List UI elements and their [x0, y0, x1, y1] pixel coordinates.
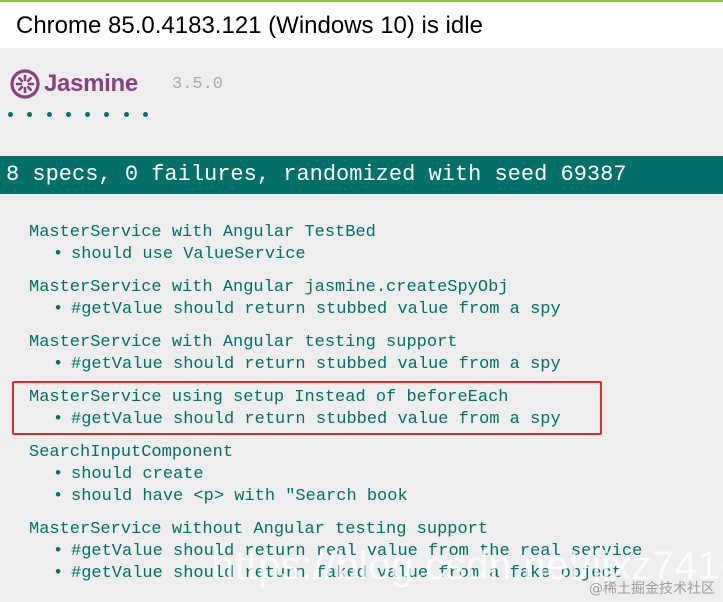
spec-dot: [46, 112, 52, 117]
suite: MasterService with Angular testing suppo…: [29, 332, 561, 376]
suite: MasterService with Angular TestBed • shoul…: [29, 222, 376, 266]
spec-link[interactable]: should have <p> with "Search book: [71, 487, 408, 506]
spec-link[interactable]: should create: [71, 465, 204, 484]
spec-dot: [27, 112, 33, 117]
spec-item: • should use ValueService: [29, 244, 376, 266]
summary-bar: 8 specs, 0 failures, randomized with see…: [0, 156, 723, 194]
spec-dot: [143, 112, 149, 117]
suite-title-link[interactable]: MasterService with Angular testing suppo…: [29, 332, 561, 354]
spec-dots: [8, 112, 162, 117]
jasmine-flower-icon: [10, 69, 40, 99]
bullet-icon: •: [53, 487, 64, 506]
jasmine-version: 3.5.0: [172, 75, 224, 94]
suite: MasterService with Angular jasmine.creat…: [29, 277, 561, 321]
browser-status-bar: Chrome 85.0.4183.121 (Windows 10) is idl…: [0, 0, 723, 48]
spec-item: • should have <p> with "Search book: [29, 486, 408, 508]
spec-item: • #getValue should return stubbed value f…: [29, 299, 561, 321]
bullet-icon: •: [53, 542, 64, 561]
spec-item: • #getValue should return stubbed value f…: [29, 354, 561, 376]
browser-status-text: Chrome 85.0.4183.121 (Windows 10) is idl…: [16, 12, 483, 39]
spec-dot: [123, 112, 129, 117]
bullet-icon: •: [53, 245, 64, 264]
suite: SearchInputComponent • should create • shoul…: [29, 442, 408, 508]
suite-title-link[interactable]: MasterService with Angular TestBed: [29, 222, 376, 244]
suite-title-link[interactable]: MasterService without Angular testing su…: [29, 519, 642, 541]
spec-dot: [85, 112, 91, 117]
spec-dot: [104, 112, 110, 117]
watermark-logo: @稀土掘金技术社区: [589, 581, 715, 597]
spec-item: • should create: [29, 464, 408, 486]
spec-link[interactable]: #getValue should return stubbed value fr…: [71, 355, 561, 374]
jasmine-brand-text: Jasmine: [44, 70, 138, 97]
bullet-icon: •: [53, 465, 64, 484]
spec-dot: [8, 112, 13, 117]
suite-title-link[interactable]: SearchInputComponent: [29, 442, 408, 464]
bullet-icon: •: [53, 355, 64, 374]
bullet-icon: •: [53, 300, 64, 319]
summary-text: 8 specs, 0 failures, randomized with see…: [6, 162, 627, 187]
spec-link[interactable]: should use ValueService: [71, 245, 306, 264]
jasmine-logo[interactable]: Jasmine: [10, 68, 138, 100]
spec-dot: [65, 112, 71, 117]
highlight-annotation: [12, 381, 602, 435]
suite-title-link[interactable]: MasterService with Angular jasmine.creat…: [29, 277, 561, 299]
jasmine-header: Jasmine 3.5.0: [0, 48, 723, 156]
spec-link[interactable]: #getValue should return stubbed value fr…: [71, 300, 561, 319]
bullet-icon: •: [53, 564, 64, 583]
